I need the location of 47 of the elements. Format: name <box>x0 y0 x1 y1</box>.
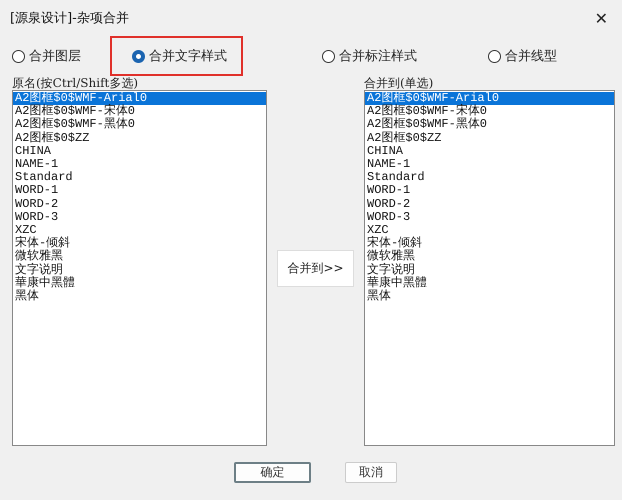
list-item[interactable]: 宋体-倾斜 <box>13 237 266 250</box>
list-item[interactable]: 文字说明 <box>365 264 614 277</box>
list-item[interactable]: 微软雅黑 <box>365 250 614 264</box>
radio-option[interactable]: 合并标注样式 <box>322 47 417 65</box>
merge-button[interactable]: 合并到>> <box>277 250 354 286</box>
radio-label: 合并线型 <box>505 48 557 65</box>
list-item[interactable]: 文字说明 <box>13 264 266 277</box>
list-item[interactable]: A2图框$0$WMF-宋体0 <box>365 105 614 118</box>
radio-icon[interactable] <box>322 50 335 62</box>
list-item[interactable]: A2图框$0$WMF-黑体0 <box>365 118 614 132</box>
radio-label: 合并图层 <box>29 48 81 65</box>
list-item[interactable]: 華康中黑體 <box>13 276 266 290</box>
list-label: 原名(按Ctrl/Shift多选) <box>12 76 140 90</box>
list-item[interactable]: A2图框$0$ZZ <box>13 132 266 145</box>
list-item[interactable]: WORD-3 <box>13 210 266 224</box>
list-item[interactable]: 宋体-倾斜 <box>365 237 614 250</box>
dialog-button[interactable]: 确定 <box>234 462 311 483</box>
highlighted-radio-option[interactable]: 合并文字样式 <box>110 36 243 76</box>
window-title: [源泉设计]-杂项合并 <box>10 10 129 27</box>
radio-label: 合并标注样式 <box>339 48 417 65</box>
list-item[interactable]: WORD-3 <box>365 210 614 224</box>
list-item[interactable]: A2图框$0$ZZ <box>365 132 614 145</box>
list-item[interactable]: WORD-1 <box>13 184 266 198</box>
list-item[interactable]: CHINA <box>13 144 266 158</box>
radio-icon[interactable] <box>12 50 25 62</box>
list-item[interactable]: NAME-1 <box>13 158 266 172</box>
radio-icon[interactable] <box>132 50 145 62</box>
list-item[interactable]: WORD-2 <box>365 198 614 211</box>
list-item[interactable]: WORD-1 <box>365 184 614 198</box>
list-item[interactable]: A2图框$0$WMF-宋体0 <box>13 105 266 118</box>
list-item[interactable]: 黑体 <box>365 290 614 304</box>
radio-option[interactable]: 合并线型 <box>488 47 557 65</box>
list-item[interactable]: NAME-1 <box>365 158 614 172</box>
list-item[interactable]: 華康中黑體 <box>365 276 614 290</box>
dialog-button[interactable]: 取消 <box>345 462 397 483</box>
list-label: 合并到(单选) <box>364 76 434 90</box>
radio-label: 合并文字样式 <box>149 48 227 65</box>
list-item[interactable]: 黑体 <box>13 290 266 304</box>
list-item[interactable]: CHINA <box>365 144 614 158</box>
list-item[interactable]: A2图框$0$WMF-黑体0 <box>13 118 266 132</box>
close-button[interactable]: ✕ <box>590 8 612 28</box>
radio-option[interactable]: 合并图层 <box>12 47 81 65</box>
list-item[interactable]: WORD-2 <box>13 198 266 211</box>
list-item[interactable]: Standard <box>365 171 614 184</box>
list-item[interactable]: 微软雅黑 <box>13 250 266 264</box>
radio-icon[interactable] <box>488 50 501 62</box>
list-item[interactable]: Standard <box>13 171 266 184</box>
